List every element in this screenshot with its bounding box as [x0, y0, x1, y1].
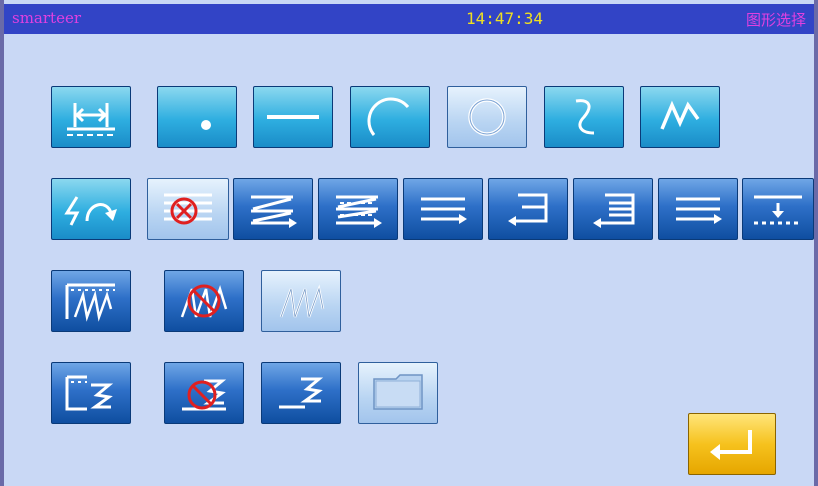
seam-reverse-icon [64, 196, 117, 226]
return-multi-icon [593, 193, 635, 228]
step-icon [279, 377, 324, 409]
step-cancel-button[interactable] [164, 362, 244, 424]
zigzag-set-icon [65, 283, 115, 322]
step-set-icon [65, 375, 114, 411]
zigzag-cancel-button[interactable] [164, 270, 244, 332]
reinforce-start-button[interactable] [233, 178, 313, 240]
enter-icon [710, 430, 752, 460]
curve-button[interactable] [544, 86, 624, 148]
seam-reverse-button[interactable] [51, 178, 131, 240]
reinforce-double-icon [336, 195, 382, 228]
step-button[interactable] [261, 362, 341, 424]
folder-button[interactable] [358, 362, 438, 424]
end-marker-button[interactable] [742, 178, 814, 240]
screen-title: 图形选择 [745, 11, 806, 29]
measure-button[interactable] [51, 86, 131, 148]
straight-line-icon [267, 115, 319, 119]
zigzag-button[interactable] [640, 86, 720, 148]
circle-button[interactable] [447, 86, 527, 148]
clock: 14:47:34 [466, 9, 544, 28]
brand-label: smarteer [12, 9, 81, 27]
curve-icon [575, 99, 595, 135]
step-cancel-icon [182, 379, 227, 411]
point-icon [201, 120, 211, 130]
zigzag-cancel-icon [180, 284, 228, 318]
frame-left [0, 0, 4, 486]
no-reinforce-button[interactable] [147, 178, 229, 240]
multi-line-icon [421, 197, 467, 224]
straight-line-button[interactable] [253, 86, 333, 148]
zigzag-set-button[interactable] [51, 270, 131, 332]
zigzag-icon [660, 100, 700, 130]
multi-line-button[interactable] [403, 178, 483, 240]
reinforce-double-button[interactable] [318, 178, 398, 240]
return-left-button[interactable] [488, 178, 568, 240]
arc-button[interactable] [350, 86, 430, 148]
arc-icon [367, 97, 410, 136]
end-marker-icon [754, 195, 802, 225]
circle-icon [468, 98, 506, 136]
frame-right [814, 0, 818, 486]
reinforce-start-icon [251, 195, 297, 228]
return-left-icon [508, 193, 548, 226]
parallel-lines-icon [676, 197, 722, 224]
measure-icon [67, 103, 115, 136]
folder-icon [373, 374, 423, 410]
step-set-button[interactable] [51, 362, 131, 424]
parallel-lines-button[interactable] [658, 178, 738, 240]
return-multi-button[interactable] [573, 178, 653, 240]
zigzag-select-icon [279, 284, 325, 318]
title-bar: smarteer 14:47:34 图形选择 [4, 4, 814, 34]
point-button[interactable] [157, 86, 237, 148]
enter-button[interactable] [688, 413, 776, 475]
zigzag-select-button[interactable] [261, 270, 341, 332]
no-reinforce-icon [164, 193, 212, 225]
